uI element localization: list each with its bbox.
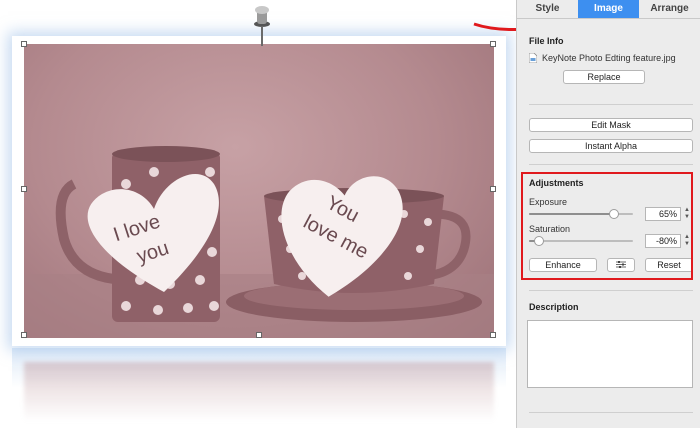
adjustments-highlight-box [521, 172, 693, 280]
selection-handle-bottom-left[interactable] [21, 332, 27, 338]
selection-handle-top-right[interactable] [490, 41, 496, 47]
tab-style[interactable]: Style [517, 0, 578, 18]
replace-button[interactable]: Replace [563, 70, 645, 84]
instant-alpha-button[interactable]: Instant Alpha [529, 139, 693, 153]
selection-handle-top-left[interactable] [21, 41, 27, 47]
photo-illustration: I love you You love me [24, 146, 494, 338]
file-info-title: File Info [529, 36, 564, 46]
slide-canvas[interactable]: I love you You love me [0, 0, 516, 428]
tab-arrange[interactable]: Arrange [639, 0, 700, 18]
file-name: KeyNote Photo Edting feature.jpg [542, 53, 676, 63]
pushpin-icon [254, 6, 270, 46]
description-textarea[interactable] [527, 320, 693, 388]
inspector-tab-bar: Style Image Arrange [517, 0, 700, 19]
selection-handle-mid-left[interactable] [21, 186, 27, 192]
divider [529, 104, 693, 105]
photo-frame[interactable]: I love you You love me [12, 36, 506, 346]
description-title: Description [529, 302, 579, 312]
divider [529, 164, 693, 165]
divider [529, 290, 693, 291]
selection-handle-bottom-mid[interactable] [256, 332, 262, 338]
edit-mask-button[interactable]: Edit Mask [529, 118, 693, 132]
image-reflection [24, 362, 494, 422]
selection-handle-mid-right[interactable] [490, 186, 496, 192]
tab-image[interactable]: Image [578, 0, 639, 18]
selection-handle-bottom-right[interactable] [490, 332, 496, 338]
annotation-arrow-icon [473, 22, 516, 32]
file-icon [529, 53, 537, 63]
divider [529, 412, 693, 413]
photo-image[interactable]: I love you You love me [24, 44, 494, 338]
